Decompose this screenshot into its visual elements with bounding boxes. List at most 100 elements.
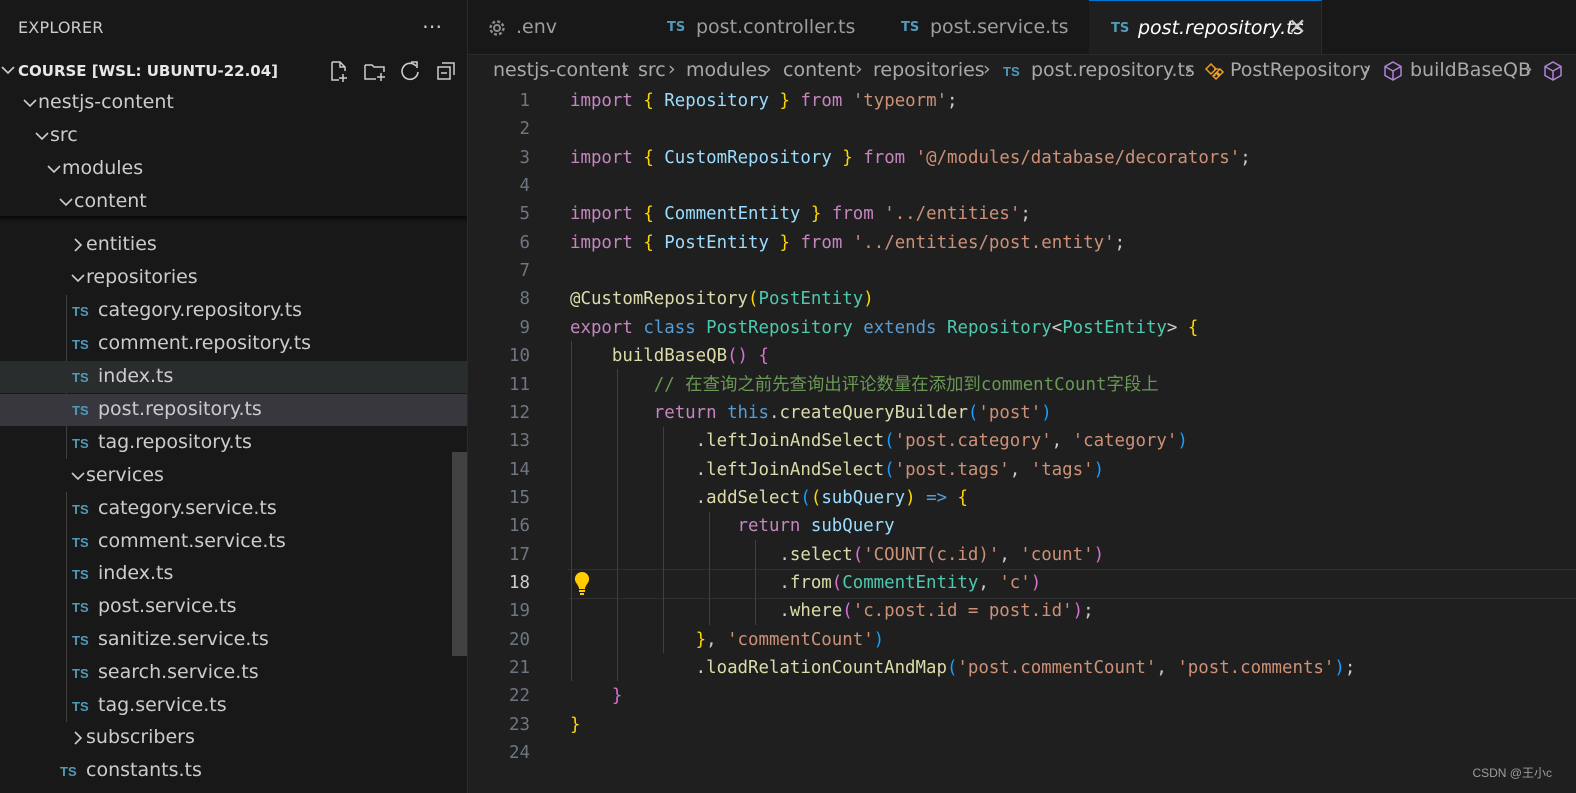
code-line[interactable]: .where('c.post.id = post.id');	[570, 597, 1093, 625]
tree-folder[interactable]: nestjs-content	[0, 87, 467, 119]
tree-folder[interactable]: modules	[0, 153, 467, 185]
code-token: import	[570, 91, 633, 111]
code-token: this	[727, 402, 769, 423]
code-line[interactable]: @CustomRepository(PostEntity)	[570, 285, 874, 313]
code-line[interactable]: import { PostEntity } from '../entities/…	[570, 229, 1125, 257]
tree-file[interactable]: TS post.repository.ts	[0, 394, 467, 426]
close-icon[interactable]: ✕	[1288, 15, 1306, 40]
code-line[interactable]: }	[570, 682, 622, 710]
tree-file[interactable]: TS comment.service.ts	[0, 526, 467, 558]
tree-file[interactable]: TS comment.repository.ts	[0, 328, 467, 360]
breadcrumb-item[interactable]: nestjs-content	[493, 59, 629, 81]
code-token: }	[695, 629, 707, 650]
code-line[interactable]: .leftJoinAndSelect('post.tags', 'tags')	[570, 456, 1104, 484]
code-line[interactable]: return subQuery	[570, 512, 895, 540]
tree-file[interactable]: TS tag.repository.ts	[0, 427, 467, 459]
chevron-down-icon	[23, 99, 37, 108]
tree-item-label: tag.service.ts	[98, 694, 227, 716]
breadcrumb-item[interactable]: modules	[686, 59, 767, 81]
breadcrumb-item[interactable]: PostRepository	[1230, 59, 1371, 81]
tab-env[interactable]: .env	[468, 0, 647, 54]
code-line[interactable]: .leftJoinAndSelect('post.category', 'cat…	[570, 427, 1188, 455]
breadcrumb-item[interactable]: content	[783, 59, 856, 81]
breadcrumb-item[interactable]: post.repository.ts	[1031, 59, 1195, 81]
code-token: }	[611, 686, 623, 707]
code-token: 'post.category'	[894, 431, 1052, 452]
workspace-section-header[interactable]: COURSE [WSL: UBUNTU-22.04]	[0, 54, 467, 87]
code-line[interactable]: }, 'commentCount')	[570, 626, 885, 654]
code-line[interactable]: import { Repository } from 'typeorm';	[570, 87, 958, 115]
breadcrumb-item[interactable]: buildBaseQB	[1410, 59, 1531, 81]
tab-post-service[interactable]: TS post.service.ts	[880, 0, 1090, 54]
tree-item-label: category.repository.ts	[98, 299, 303, 321]
line-number: 20	[509, 629, 530, 650]
more-actions-icon[interactable]: ⋯	[422, 14, 442, 38]
tab-post-controller[interactable]: TS post.controller.ts	[646, 0, 881, 54]
chevron-right-icon: ›	[668, 58, 676, 80]
tree-file[interactable]: TS tag.service.ts	[0, 690, 467, 722]
code-token: 'post'	[978, 402, 1042, 423]
tree-file[interactable]: TS category.repository.ts	[0, 295, 467, 327]
tree-file[interactable]: TS search.service.ts	[0, 657, 467, 689]
method-symbol-icon	[1384, 61, 1402, 81]
tree-item-label: subscribers	[86, 726, 195, 748]
code-token: buildBaseQB	[611, 346, 728, 367]
tree-folder[interactable]: content	[0, 186, 467, 218]
code-line[interactable]: }	[570, 711, 580, 739]
refresh-icon[interactable]	[397, 58, 423, 84]
code-line[interactable]: .from(CommentEntity, 'c')	[570, 569, 1041, 597]
code-token: )	[863, 289, 874, 310]
code-token: )	[1177, 431, 1188, 452]
breadcrumb-item[interactable]: src	[638, 59, 666, 81]
method-symbol-icon	[1544, 61, 1562, 81]
code-line[interactable]: export class PostRepository extends Repo…	[570, 314, 1198, 342]
code-token: from	[800, 91, 843, 111]
tab-post-repository[interactable]: TS post.repository.ts ✕	[1089, 0, 1322, 54]
code-line[interactable]: buildBaseQB() {	[570, 342, 769, 370]
tree-folder[interactable]: src	[0, 120, 467, 152]
tree-folder[interactable]: services	[0, 460, 467, 492]
code-line[interactable]: .loadRelationCountAndMap('post.commentCo…	[570, 654, 1356, 682]
tree-file[interactable]: TS constants.ts	[0, 755, 467, 787]
code-line[interactable]: return this.createQueryBuilder('post')	[570, 399, 1052, 427]
code-line[interactable]: .addSelect((subQuery) => {	[570, 484, 968, 512]
code-line[interactable]: .select('COUNT(c.id)', 'count')	[570, 541, 1104, 569]
code-line[interactable]: // 在查询之前先查询出评论数量在添加到commentCount字段上	[570, 371, 1159, 399]
code-token: {	[1187, 317, 1199, 338]
typescript-icon: TS	[72, 567, 89, 582]
new-folder-icon[interactable]	[362, 58, 388, 84]
code-token: (	[810, 487, 822, 508]
tree-file[interactable]: TS sanitize.service.ts	[0, 624, 467, 656]
breadcrumb-item[interactable]: repositories	[873, 59, 985, 81]
tree-item-label: repositories	[86, 266, 198, 288]
tree-file[interactable]: TS category.service.ts	[0, 493, 467, 525]
line-number: 24	[509, 743, 530, 764]
typescript-icon: TS	[72, 502, 89, 517]
code-token: CustomRepository	[664, 147, 832, 168]
class-symbol-icon	[1204, 62, 1225, 81]
workspace-name: COURSE [WSL: UBUNTU-22.04]	[18, 62, 279, 80]
code-token: subQuery	[821, 487, 906, 508]
sidebar-scrollbar[interactable]	[452, 452, 467, 656]
tree-file[interactable]: TS index.ts	[0, 558, 467, 590]
code-token: {	[643, 147, 654, 168]
code-line[interactable]: import { CommentEntity } from '../entiti…	[570, 200, 1031, 228]
code-token: Repository	[664, 91, 769, 111]
typescript-icon: TS	[72, 699, 89, 714]
new-file-icon[interactable]	[326, 58, 352, 84]
tree-file[interactable]: TS index.ts	[0, 361, 467, 393]
code-line[interactable]: import { CustomRepository } from '@/modu…	[570, 144, 1251, 172]
tree-folder[interactable]: subscribers	[0, 722, 467, 754]
code-editor[interactable]: 1 2 3 4 5 6 7 8 9 10 11 12 13 14 15 16 17 18 19 20 21 22 23 24 …	[468, 87, 1576, 793]
code-token: 'post.comments'	[1177, 658, 1335, 678]
tree-folder[interactable]: repositories	[0, 262, 467, 294]
collapse-all-icon[interactable]	[433, 58, 459, 84]
code-token: )	[1334, 658, 1345, 678]
lightbulb-icon[interactable]	[573, 570, 591, 596]
tree-file[interactable]: TS post.service.ts	[0, 591, 467, 623]
tree-folder[interactable]: entities	[0, 229, 467, 261]
